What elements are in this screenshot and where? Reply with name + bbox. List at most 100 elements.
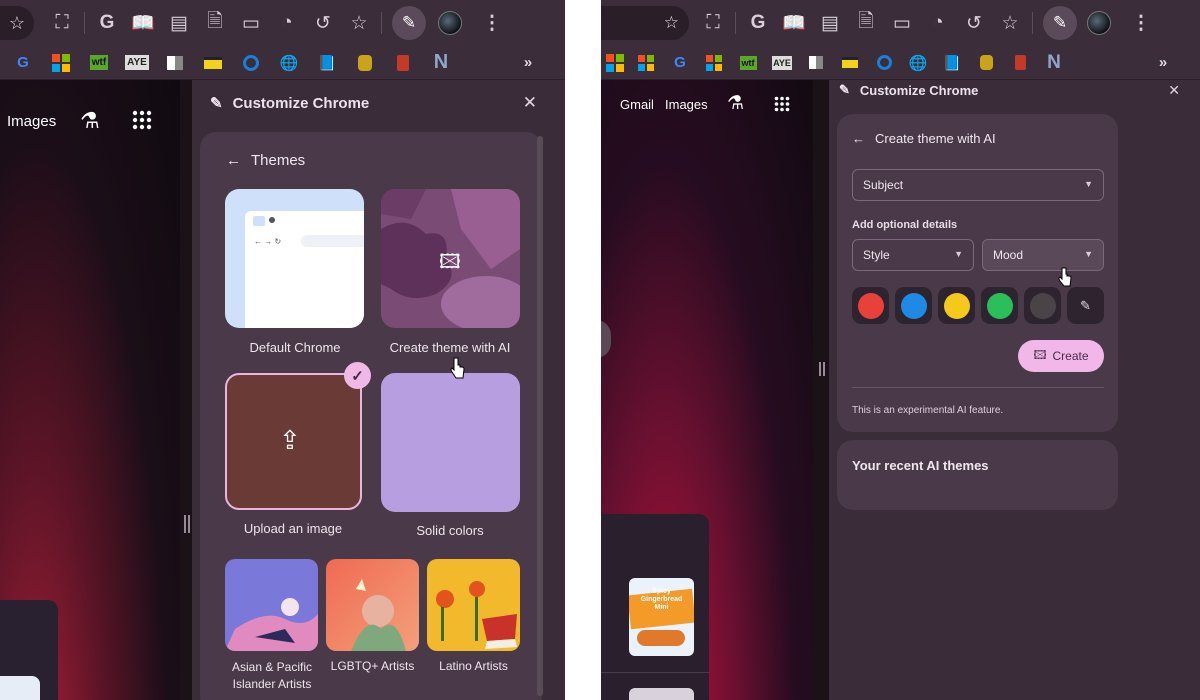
microsoft-bookmark-icon[interactable] bbox=[697, 48, 731, 78]
wtf-bookmark-icon[interactable]: wtf bbox=[80, 48, 118, 78]
google-icon[interactable]: G bbox=[89, 5, 125, 41]
gmail-link[interactable]: Gmail bbox=[620, 97, 654, 112]
experimental-disclaimer: This is an experimental AI feature. bbox=[852, 405, 1004, 416]
speed-icon[interactable]: ◔ bbox=[920, 5, 956, 41]
crest-bookmark-icon[interactable] bbox=[1003, 48, 1037, 78]
badge-bookmark-icon[interactable] bbox=[346, 48, 384, 78]
n-bookmark-icon[interactable]: N bbox=[1037, 48, 1071, 78]
collection-asian-pacific[interactable] bbox=[225, 559, 318, 651]
extension-off-icon[interactable]: ⛶ bbox=[44, 5, 80, 41]
subject-select[interactable]: Subject ▼ bbox=[852, 169, 1104, 201]
divider-gap bbox=[565, 0, 601, 700]
ai-image-icon: 🖾 bbox=[439, 251, 461, 273]
themes-back-row[interactable]: ← Themes bbox=[226, 152, 305, 169]
eyedropper-button[interactable]: ✎ bbox=[1067, 287, 1104, 324]
google-bookmark-icon[interactable]: G bbox=[4, 48, 42, 78]
circle-bookmark-icon[interactable] bbox=[867, 48, 901, 78]
color-swatch-blue[interactable] bbox=[895, 287, 932, 324]
back-arrow-icon[interactable]: ← bbox=[226, 152, 241, 169]
more-menu-icon[interactable]: ⋮ bbox=[474, 5, 510, 41]
promo-thumbnail-2[interactable] bbox=[629, 688, 694, 700]
labs-icon[interactable]: ⚗ bbox=[80, 108, 100, 134]
bookmark-star-icon[interactable]: ☆ bbox=[664, 13, 679, 33]
reading-mode-icon[interactable]: 📖 bbox=[776, 5, 812, 41]
apps-grid-icon[interactable] bbox=[774, 96, 790, 117]
microsoft-bookmark-icon[interactable] bbox=[629, 48, 663, 78]
book-bookmark-icon[interactable]: 📘 bbox=[308, 48, 346, 78]
circle-bookmark-icon[interactable] bbox=[232, 48, 270, 78]
aye-bookmark-icon[interactable]: AYE bbox=[118, 48, 156, 78]
profile-avatar[interactable] bbox=[438, 11, 462, 35]
collection-latino[interactable] bbox=[427, 559, 520, 651]
more-menu-icon[interactable]: ⋮ bbox=[1123, 5, 1159, 41]
document-icon[interactable]: 🗎 bbox=[848, 5, 884, 41]
recent-themes-card: Your recent AI themes bbox=[837, 440, 1118, 510]
aye-bookmark-icon[interactable]: AYE bbox=[765, 48, 799, 78]
close-icon[interactable]: ✕ bbox=[1168, 82, 1180, 99]
panel-scrollbar[interactable] bbox=[537, 136, 543, 696]
label-icon[interactable]: ▭ bbox=[884, 5, 920, 41]
yellow-bookmark-icon[interactable] bbox=[833, 48, 867, 78]
bookmarks-overflow-icon[interactable]: » bbox=[1144, 48, 1182, 78]
notes-icon[interactable]: ▤ bbox=[161, 5, 197, 41]
book-bookmark-icon[interactable]: 📘 bbox=[935, 48, 969, 78]
shortcut-thumbnail[interactable] bbox=[0, 676, 40, 700]
create-button[interactable]: 🖾 Create bbox=[1018, 340, 1104, 372]
google-bookmark-icon[interactable]: G bbox=[663, 48, 697, 78]
extension-off-icon[interactable]: ⛶ bbox=[695, 5, 731, 41]
panel-bookmark-icon[interactable] bbox=[156, 48, 194, 78]
crest-bookmark-icon[interactable] bbox=[384, 48, 422, 78]
color-swatch-yellow[interactable] bbox=[938, 287, 975, 324]
theme-tile-default[interactable]: ← → ↻ bbox=[225, 189, 364, 328]
badge-bookmark-icon[interactable] bbox=[969, 48, 1003, 78]
labs-icon[interactable]: ⚗ bbox=[727, 92, 744, 115]
profile-avatar[interactable] bbox=[1087, 11, 1111, 35]
omnibox[interactable]: ☆ bbox=[601, 6, 689, 40]
microsoft-bookmark-icon[interactable] bbox=[42, 48, 80, 78]
history-icon[interactable]: ↺ bbox=[956, 5, 992, 41]
close-icon[interactable]: ✕ bbox=[523, 93, 537, 113]
history-icon[interactable]: ↺ bbox=[305, 5, 341, 41]
collection-lgbtq[interactable] bbox=[326, 559, 419, 651]
preview-tab bbox=[253, 216, 265, 226]
panel-resize-handle[interactable] bbox=[819, 362, 825, 376]
theme-tile-ai[interactable]: 🖾 bbox=[381, 189, 520, 328]
microsoft-bookmark-icon[interactable] bbox=[601, 48, 629, 78]
yellow-bookmark-icon[interactable] bbox=[194, 48, 232, 78]
panel-resize-handle[interactable] bbox=[184, 515, 190, 533]
search-box-edge[interactable] bbox=[601, 320, 611, 358]
bookmark-star-icon[interactable]: ☆ bbox=[9, 13, 25, 34]
promo-thumbnail[interactable]: Spicy Gingerbread Mini bbox=[629, 578, 694, 656]
wtf-bookmark-icon[interactable]: wtf bbox=[731, 48, 765, 78]
collection-label-asian-pacific: Asian & Pacific Islander Artists bbox=[231, 660, 313, 691]
panel-bookmark-icon[interactable] bbox=[799, 48, 833, 78]
apps-grid-icon[interactable] bbox=[132, 110, 152, 135]
google-icon[interactable]: G bbox=[740, 5, 776, 41]
globe-bookmark-icon[interactable]: 🌐 bbox=[901, 48, 935, 78]
n-bookmark-icon[interactable]: N bbox=[422, 48, 460, 78]
bookmarks-overflow-icon[interactable]: » bbox=[509, 48, 547, 78]
label-icon[interactable]: ▭ bbox=[233, 5, 269, 41]
theme-tile-solid[interactable] bbox=[381, 373, 520, 512]
create-back-row[interactable]: ← Create theme with AI bbox=[852, 131, 996, 146]
notes-icon[interactable]: ▤ bbox=[812, 5, 848, 41]
back-arrow-icon[interactable]: ← bbox=[852, 131, 865, 146]
color-swatch-red[interactable] bbox=[852, 287, 889, 324]
section-title: Create theme with AI bbox=[875, 131, 996, 146]
globe-bookmark-icon[interactable]: 🌐 bbox=[270, 48, 308, 78]
color-swatch-gray[interactable] bbox=[1024, 287, 1061, 324]
images-link[interactable]: Images bbox=[665, 97, 708, 112]
omnibox-edge[interactable]: ☆ bbox=[0, 6, 34, 40]
images-link[interactable]: Images bbox=[7, 113, 56, 130]
style-select[interactable]: Style ▼ bbox=[852, 239, 974, 271]
edit-icon[interactable]: ✎ bbox=[1043, 6, 1077, 40]
document-icon[interactable]: 🗎 bbox=[197, 5, 233, 41]
mood-select[interactable]: Mood ▼ bbox=[982, 239, 1104, 271]
speed-icon[interactable]: ◔ bbox=[269, 5, 305, 41]
color-swatch-green[interactable] bbox=[981, 287, 1018, 324]
theme-tile-upload[interactable]: ⇪ bbox=[225, 373, 362, 510]
bookmark-star-icon[interactable]: ☆ bbox=[341, 5, 377, 41]
bookmark-star-icon[interactable]: ☆ bbox=[992, 5, 1028, 41]
reading-mode-icon[interactable]: 📖 bbox=[125, 5, 161, 41]
edit-icon[interactable]: ✎ bbox=[392, 6, 426, 40]
